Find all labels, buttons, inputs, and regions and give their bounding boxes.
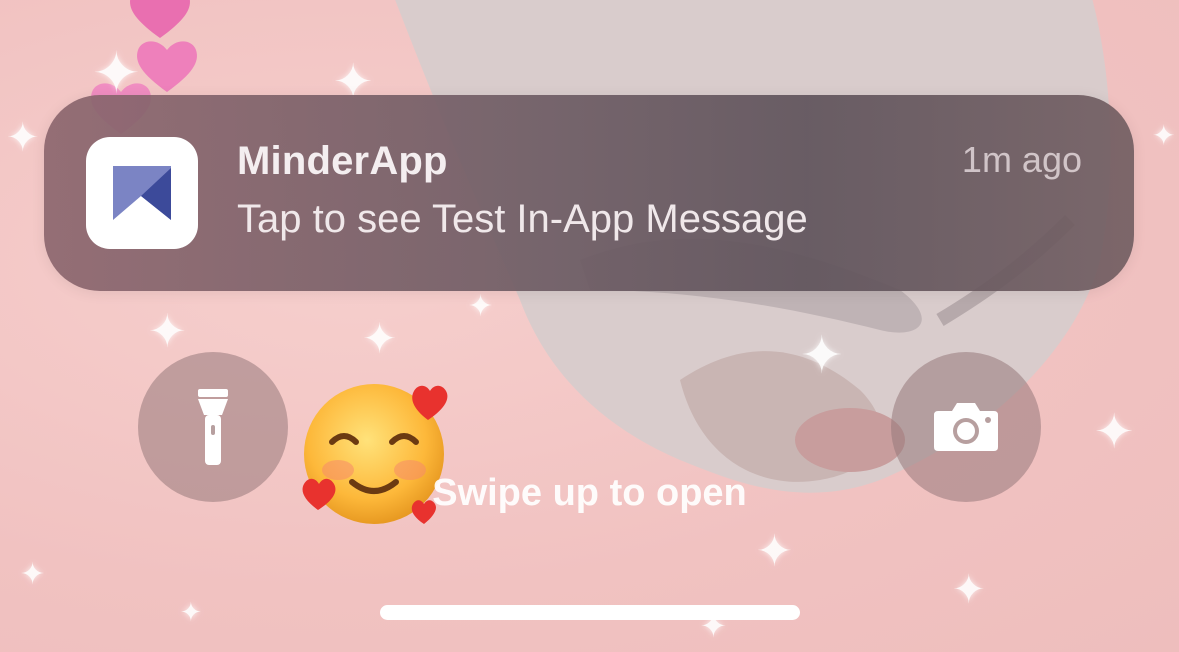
sparkle-decoration: ✦	[468, 289, 494, 324]
sparkle-decoration: ✦	[148, 304, 187, 358]
sparkle-decoration: ✦	[20, 557, 46, 592]
flashlight-icon	[198, 389, 228, 465]
home-indicator[interactable]	[380, 605, 800, 620]
sparkle-decoration: ✦	[756, 526, 793, 577]
sparkle-decoration: ✦	[1094, 404, 1135, 460]
sparkle-decoration: ✦	[1152, 119, 1176, 152]
sparkle-decoration: ✦	[180, 598, 202, 628]
sparkle-decoration: ✦	[952, 567, 986, 613]
swipe-up-hint: Swipe up to open	[432, 472, 747, 514]
sparkle-decoration: ✦	[800, 326, 844, 386]
minderapp-logo-icon	[86, 137, 198, 249]
sparkle-decoration: ✦	[92, 39, 141, 107]
notification-message: Tap to see Test In-App Message	[237, 197, 808, 241]
camera-icon	[934, 403, 998, 451]
sparkle-decoration: ✦	[362, 314, 398, 363]
sparkle-decoration: ✦	[6, 115, 40, 161]
notification-banner[interactable]: MinderApp 1m ago Tap to see Test In-App …	[44, 95, 1134, 291]
notification-app-name: MinderApp	[237, 139, 448, 183]
notification-timestamp: 1m ago	[961, 139, 1082, 180]
